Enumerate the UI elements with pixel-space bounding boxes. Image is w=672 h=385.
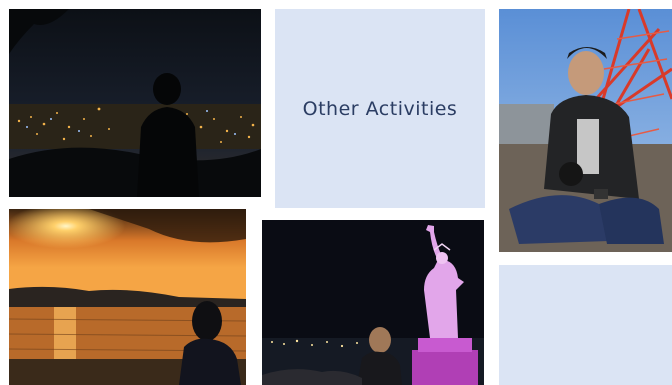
tower-portrait-photo bbox=[499, 9, 672, 252]
night-city-silhouette-image bbox=[9, 9, 261, 197]
sunset-sea-silhouette-image bbox=[9, 209, 246, 385]
statue-of-liberty-night-image bbox=[262, 220, 484, 385]
title-card: Other Activities bbox=[275, 9, 485, 208]
collage-title: Other Activities bbox=[302, 97, 458, 120]
tower-portrait-image bbox=[499, 9, 672, 252]
sunset-sea-silhouette-photo bbox=[9, 209, 246, 385]
night-city-silhouette-photo bbox=[9, 9, 261, 197]
blank-card bbox=[499, 265, 672, 385]
statue-of-liberty-night-photo bbox=[262, 220, 484, 385]
